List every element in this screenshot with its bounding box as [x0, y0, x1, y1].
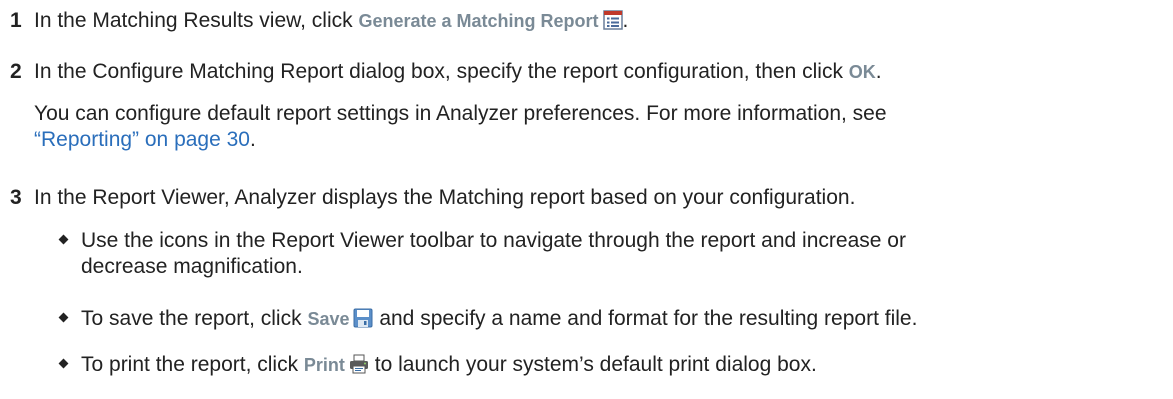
step-number: 1	[10, 9, 22, 32]
bullet-text-end: to launch your system’s default print di…	[368, 353, 817, 376]
print-ui-label: Print	[303, 355, 345, 375]
step-2-note: You can configure default report setting…	[34, 101, 1154, 153]
bullet-text: To save the report, click	[81, 307, 308, 330]
bullet-text-end: and specify a name and format for the re…	[373, 307, 918, 330]
bullet-text: Use the icons in the Report Viewer toolb…	[81, 229, 906, 252]
step-1: 1 In the Matching Results view, click Gen…	[10, 8, 628, 37]
save-ui-label: Save	[307, 309, 350, 329]
bullet-item-navigate: Use the icons in the Report Viewer toolb…	[57, 228, 1167, 280]
ok-ui-label: OK	[848, 62, 876, 82]
step-number: 3	[10, 186, 22, 209]
step-text: In the Configure Matching Report dialog …	[34, 60, 849, 83]
step-2: 2 In the Configure Matching Report dialog…	[10, 59, 882, 85]
bullet-diamond-icon	[58, 234, 69, 245]
reporting-link[interactable]: “Reporting” on page 30	[34, 128, 250, 151]
bullet-item-print: To print the report, click Print to laun…	[57, 352, 1167, 381]
printer-icon	[349, 354, 369, 381]
step-text-end: .	[622, 9, 629, 32]
bullet-diamond-icon	[58, 358, 69, 369]
note-end: .	[249, 128, 256, 151]
bullet-text: To print the report, click	[81, 353, 304, 376]
note-text: You can configure default report setting…	[34, 102, 887, 125]
document-page: 1 In the Matching Results view, click Gen…	[0, 0, 1173, 399]
floppy-disk-icon	[353, 308, 373, 335]
step-text: In the Report Viewer, Analyzer displays …	[34, 186, 856, 209]
bullet-diamond-icon	[58, 312, 69, 323]
report-list-icon	[602, 10, 623, 37]
step-text-end: .	[875, 60, 882, 83]
step-3: 3 In the Report Viewer, Analyzer displays…	[10, 185, 855, 211]
step-text: In the Matching Results view, click	[34, 9, 359, 32]
generate-report-ui-label: Generate a Matching Report	[358, 11, 599, 31]
step-number: 2	[10, 60, 22, 83]
bullet-text-continued: decrease magnification.	[81, 255, 303, 278]
bullet-item-save: To save the report, click Save and speci…	[57, 306, 1167, 335]
